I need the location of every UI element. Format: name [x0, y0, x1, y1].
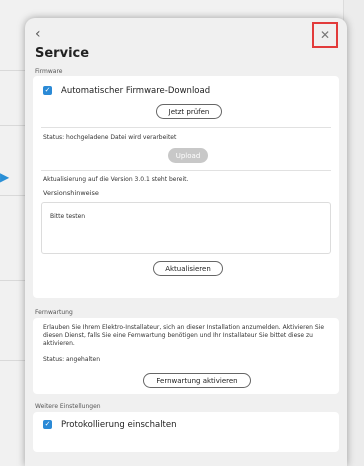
- checkmark-icon: ✓: [44, 86, 51, 94]
- close-button[interactable]: ✕: [312, 22, 338, 48]
- logging-label: Protokollierung einschalten: [61, 420, 177, 430]
- remote-card: Erlauben Sie Ihrem Elektro-Installateur,…: [33, 318, 339, 394]
- back-button[interactable]: ‹: [35, 26, 41, 42]
- logging-checkbox[interactable]: ✓: [43, 420, 52, 429]
- further-section-label: Weitere Einstellungen: [35, 403, 101, 410]
- update-available-text: Aktualisierung auf die Version 3.0.1 ste…: [43, 176, 189, 183]
- upload-button[interactable]: Upload: [168, 148, 208, 163]
- auto-download-label: Automatischer Firmware-Download: [61, 86, 211, 96]
- release-notes-label: Versionshinweise: [43, 189, 99, 197]
- firmware-status-text: Status: hochgeladene Datei wird verarbei…: [43, 134, 177, 141]
- modal-title: Service: [35, 46, 90, 61]
- auto-download-checkbox[interactable]: ✓: [43, 86, 52, 95]
- chevron-left-icon: ‹: [35, 26, 41, 42]
- activate-remote-button[interactable]: Fernwartung aktivieren: [143, 373, 251, 388]
- remote-description: Erlauben Sie Ihrem Elektro-Installateur,…: [43, 324, 325, 347]
- check-now-button[interactable]: Jetzt prüfen: [156, 104, 222, 119]
- service-modal: ‹ ✕ Service Firmware ✓ Automatischer Fir…: [25, 18, 347, 466]
- divider: [41, 127, 331, 128]
- update-button[interactable]: Aktualisieren: [153, 261, 223, 276]
- checkmark-icon: ✓: [44, 420, 51, 428]
- close-icon: ✕: [319, 28, 331, 42]
- further-card: ✓ Protokollierung einschalten: [33, 412, 339, 452]
- firmware-card: ✓ Automatischer Firmware-Download Jetzt …: [33, 76, 339, 298]
- divider: [41, 170, 331, 171]
- release-notes-field[interactable]: Bitte testen: [41, 202, 331, 254]
- arrow-right-icon: ▶: [0, 170, 10, 184]
- remote-status-text: Status: angehalten: [43, 356, 101, 363]
- firmware-section-label: Firmware: [35, 68, 63, 75]
- remote-section-label: Fernwartung: [35, 309, 73, 316]
